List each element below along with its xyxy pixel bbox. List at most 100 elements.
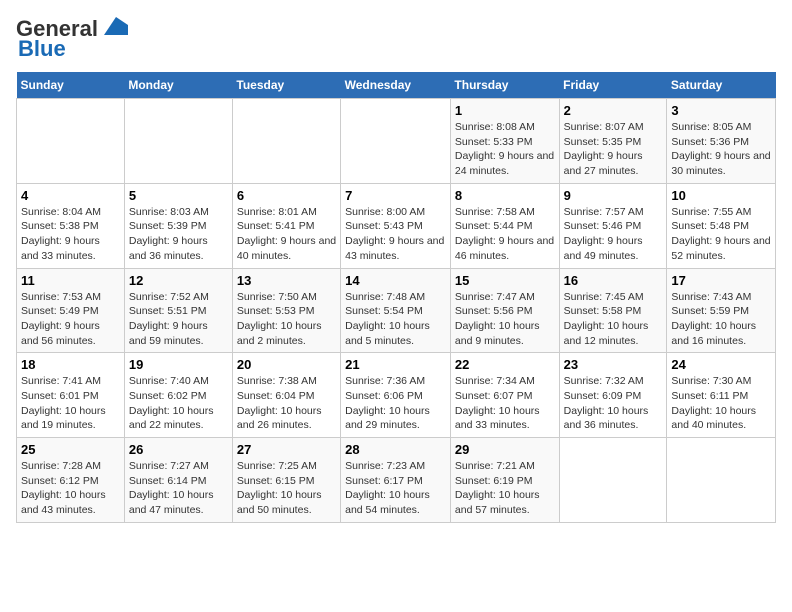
day-cell: 21 Sunrise: 7:36 AM Sunset: 6:06 PM Dayli… — [341, 353, 451, 438]
day-number: 7 — [345, 188, 446, 203]
day-cell: 2 Sunrise: 8:07 AM Sunset: 5:35 PM Daylig… — [559, 99, 667, 184]
day-cell — [667, 438, 776, 523]
day-info: Sunrise: 7:21 AM Sunset: 6:19 PM Dayligh… — [455, 459, 555, 518]
week-row-1: 1 Sunrise: 8:08 AM Sunset: 5:33 PM Daylig… — [17, 99, 776, 184]
logo: General Blue — [16, 16, 128, 62]
day-header-saturday: Saturday — [667, 72, 776, 99]
day-number: 11 — [21, 273, 120, 288]
day-cell: 19 Sunrise: 7:40 AM Sunset: 6:02 PM Dayli… — [124, 353, 232, 438]
day-number: 19 — [129, 357, 228, 372]
day-info: Sunrise: 7:50 AM Sunset: 5:53 PM Dayligh… — [237, 290, 336, 349]
day-info: Sunrise: 7:41 AM Sunset: 6:01 PM Dayligh… — [21, 374, 120, 433]
week-row-4: 18 Sunrise: 7:41 AM Sunset: 6:01 PM Dayli… — [17, 353, 776, 438]
day-cell: 8 Sunrise: 7:58 AM Sunset: 5:44 PM Daylig… — [450, 183, 559, 268]
day-info: Sunrise: 7:32 AM Sunset: 6:09 PM Dayligh… — [564, 374, 663, 433]
day-info: Sunrise: 7:55 AM Sunset: 5:48 PM Dayligh… — [671, 205, 771, 264]
day-cell: 1 Sunrise: 8:08 AM Sunset: 5:33 PM Daylig… — [450, 99, 559, 184]
day-cell: 11 Sunrise: 7:53 AM Sunset: 5:49 PM Dayli… — [17, 268, 125, 353]
day-cell: 24 Sunrise: 7:30 AM Sunset: 6:11 PM Dayli… — [667, 353, 776, 438]
day-cell: 20 Sunrise: 7:38 AM Sunset: 6:04 PM Dayli… — [232, 353, 340, 438]
day-header-thursday: Thursday — [450, 72, 559, 99]
day-info: Sunrise: 7:27 AM Sunset: 6:14 PM Dayligh… — [129, 459, 228, 518]
day-cell — [124, 99, 232, 184]
day-number: 27 — [237, 442, 336, 457]
day-cell: 16 Sunrise: 7:45 AM Sunset: 5:58 PM Dayli… — [559, 268, 667, 353]
day-info: Sunrise: 8:07 AM Sunset: 5:35 PM Dayligh… — [564, 120, 663, 179]
day-cell — [232, 99, 340, 184]
day-cell: 26Sunrise: 7:27 AM Sunset: 6:14 PM Dayli… — [124, 438, 232, 523]
day-number: 14 — [345, 273, 446, 288]
day-cell: 22 Sunrise: 7:34 AM Sunset: 6:07 PM Dayli… — [450, 353, 559, 438]
day-info: Sunrise: 8:00 AM Sunset: 5:43 PM Dayligh… — [345, 205, 446, 264]
day-number: 17 — [671, 273, 771, 288]
day-number: 29 — [455, 442, 555, 457]
day-info: Sunrise: 7:47 AM Sunset: 5:56 PM Dayligh… — [455, 290, 555, 349]
day-header-sunday: Sunday — [17, 72, 125, 99]
day-cell: 3 Sunrise: 8:05 AM Sunset: 5:36 PM Daylig… — [667, 99, 776, 184]
day-number: 4 — [21, 188, 120, 203]
day-cell: 12 Sunrise: 7:52 AM Sunset: 5:51 PM Dayli… — [124, 268, 232, 353]
day-info: Sunrise: 7:25 AM Sunset: 6:15 PM Dayligh… — [237, 459, 336, 518]
day-cell: 4 Sunrise: 8:04 AM Sunset: 5:38 PM Daylig… — [17, 183, 125, 268]
day-info: Sunrise: 7:52 AM Sunset: 5:51 PM Dayligh… — [129, 290, 228, 349]
day-info: Sunrise: 8:05 AM Sunset: 5:36 PM Dayligh… — [671, 120, 771, 179]
day-info: Sunrise: 8:01 AM Sunset: 5:41 PM Dayligh… — [237, 205, 336, 264]
day-number: 24 — [671, 357, 771, 372]
day-info: Sunrise: 7:45 AM Sunset: 5:58 PM Dayligh… — [564, 290, 663, 349]
day-number: 2 — [564, 103, 663, 118]
day-number: 18 — [21, 357, 120, 372]
day-cell: 23 Sunrise: 7:32 AM Sunset: 6:09 PM Dayli… — [559, 353, 667, 438]
day-info: Sunrise: 7:30 AM Sunset: 6:11 PM Dayligh… — [671, 374, 771, 433]
day-number: 10 — [671, 188, 771, 203]
day-info: Sunrise: 7:40 AM Sunset: 6:02 PM Dayligh… — [129, 374, 228, 433]
day-cell: 14 Sunrise: 7:48 AM Sunset: 5:54 PM Dayli… — [341, 268, 451, 353]
day-info: Sunrise: 7:28 AM Sunset: 6:12 PM Dayligh… — [21, 459, 120, 518]
day-info: Sunrise: 7:58 AM Sunset: 5:44 PM Dayligh… — [455, 205, 555, 264]
day-number: 15 — [455, 273, 555, 288]
header-row: SundayMondayTuesdayWednesdayThursdayFrid… — [17, 72, 776, 99]
day-info: Sunrise: 7:53 AM Sunset: 5:49 PM Dayligh… — [21, 290, 120, 349]
day-number: 25 — [21, 442, 120, 457]
day-info: Sunrise: 7:34 AM Sunset: 6:07 PM Dayligh… — [455, 374, 555, 433]
day-cell: 29 Sunrise: 7:21 AM Sunset: 6:19 PM Dayli… — [450, 438, 559, 523]
day-header-tuesday: Tuesday — [232, 72, 340, 99]
day-info: Sunrise: 7:36 AM Sunset: 6:06 PM Dayligh… — [345, 374, 446, 433]
week-row-2: 4 Sunrise: 8:04 AM Sunset: 5:38 PM Daylig… — [17, 183, 776, 268]
day-cell: 13 Sunrise: 7:50 AM Sunset: 5:53 PM Dayli… — [232, 268, 340, 353]
day-number: 12 — [129, 273, 228, 288]
day-number: 9 — [564, 188, 663, 203]
day-cell: 27 Sunrise: 7:25 AM Sunset: 6:15 PM Dayli… — [232, 438, 340, 523]
page-header: General Blue — [16, 16, 776, 62]
day-cell: 6 Sunrise: 8:01 AM Sunset: 5:41 PM Daylig… — [232, 183, 340, 268]
logo-blue: Blue — [18, 36, 66, 62]
day-cell: 25 Sunrise: 7:28 AM Sunset: 6:12 PM Dayli… — [17, 438, 125, 523]
day-cell: 9 Sunrise: 7:57 AM Sunset: 5:46 PM Daylig… — [559, 183, 667, 268]
day-info: Sunrise: 8:08 AM Sunset: 5:33 PM Dayligh… — [455, 120, 555, 179]
day-number: 5 — [129, 188, 228, 203]
day-number: 20 — [237, 357, 336, 372]
day-cell — [17, 99, 125, 184]
day-number: 22 — [455, 357, 555, 372]
day-number: 16 — [564, 273, 663, 288]
day-info: Sunrise: 7:38 AM Sunset: 6:04 PM Dayligh… — [237, 374, 336, 433]
week-row-5: 25 Sunrise: 7:28 AM Sunset: 6:12 PM Dayli… — [17, 438, 776, 523]
day-info: Sunrise: 7:43 AM Sunset: 5:59 PM Dayligh… — [671, 290, 771, 349]
day-number: 6 — [237, 188, 336, 203]
day-cell: 15 Sunrise: 7:47 AM Sunset: 5:56 PM Dayli… — [450, 268, 559, 353]
day-cell — [341, 99, 451, 184]
logo-icon — [100, 15, 128, 37]
day-number: 8 — [455, 188, 555, 203]
day-info: Sunrise: 8:03 AM Sunset: 5:39 PM Dayligh… — [129, 205, 228, 264]
day-number: 1 — [455, 103, 555, 118]
day-number: 13 — [237, 273, 336, 288]
day-cell: 5 Sunrise: 8:03 AM Sunset: 5:39 PM Daylig… — [124, 183, 232, 268]
day-number: 21 — [345, 357, 446, 372]
day-info: Sunrise: 7:48 AM Sunset: 5:54 PM Dayligh… — [345, 290, 446, 349]
day-cell: 28Sunrise: 7:23 AM Sunset: 6:17 PM Dayli… — [341, 438, 451, 523]
day-info: Sunrise: 7:57 AM Sunset: 5:46 PM Dayligh… — [564, 205, 663, 264]
day-number: 3 — [671, 103, 771, 118]
day-info: Sunrise: 7:23 AM Sunset: 6:17 PM Dayligh… — [345, 459, 446, 518]
day-info: Sunrise: 8:04 AM Sunset: 5:38 PM Dayligh… — [21, 205, 120, 264]
day-cell: 10 Sunrise: 7:55 AM Sunset: 5:48 PM Dayli… — [667, 183, 776, 268]
day-number: 23 — [564, 357, 663, 372]
